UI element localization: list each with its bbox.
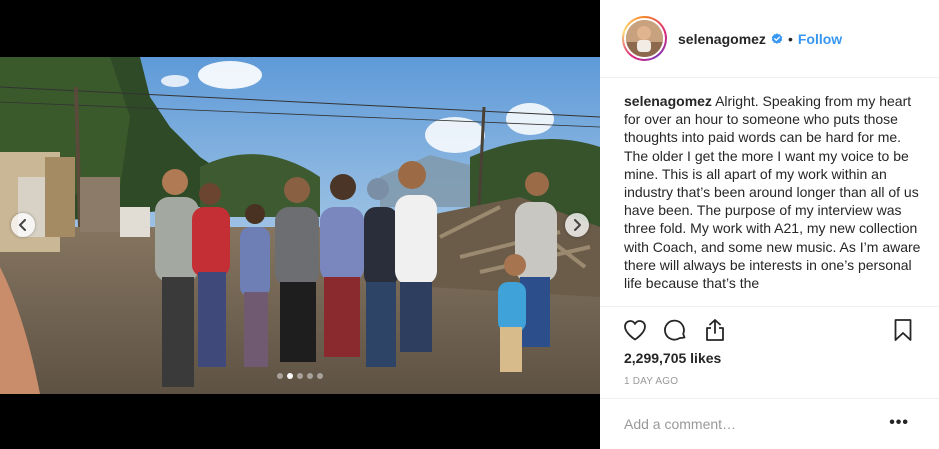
carousel-prev-button[interactable] bbox=[11, 213, 35, 237]
chevron-left-icon bbox=[19, 219, 26, 231]
header-separator: • bbox=[787, 30, 793, 47]
follow-button[interactable]: Follow bbox=[798, 31, 842, 47]
caption-username[interactable]: selenagomez bbox=[624, 93, 712, 109]
photo-scene bbox=[0, 57, 600, 394]
bookmark-icon[interactable] bbox=[890, 317, 916, 343]
carousel-dot bbox=[277, 373, 283, 379]
author-username[interactable]: selenagomez bbox=[678, 31, 766, 47]
heart-icon[interactable] bbox=[622, 317, 648, 343]
action-bar bbox=[600, 306, 939, 354]
post-timestamp[interactable]: 1 DAY AGO bbox=[624, 376, 678, 387]
share-icon[interactable] bbox=[702, 317, 728, 343]
carousel-dot bbox=[287, 373, 293, 379]
caption-text: Alright. Speaking from my heart for over… bbox=[624, 93, 921, 292]
post-caption: selenagomez Alright. Speaking from my he… bbox=[624, 92, 924, 306]
more-options-button[interactable]: ••• bbox=[889, 414, 909, 432]
carousel-indicator bbox=[0, 373, 600, 379]
comment-bar: Add a comment… ••• bbox=[600, 398, 939, 449]
comment-input[interactable]: Add a comment… bbox=[624, 416, 736, 432]
avatar-image bbox=[626, 20, 663, 57]
post-photo[interactable] bbox=[0, 57, 600, 394]
carousel-dot bbox=[317, 373, 323, 379]
post-side-panel: selenagomez • Follow selenagomez Alright… bbox=[600, 0, 939, 449]
avatar[interactable] bbox=[626, 20, 663, 57]
carousel-dot bbox=[307, 373, 313, 379]
carousel-dot bbox=[297, 373, 303, 379]
avatar-frame bbox=[624, 18, 665, 59]
like-count[interactable]: 2,299,705 likes bbox=[624, 350, 721, 366]
post-header: selenagomez • Follow bbox=[600, 0, 939, 78]
story-ring[interactable] bbox=[622, 16, 667, 61]
comment-bubble-icon[interactable] bbox=[662, 317, 688, 343]
carousel-next-button[interactable] bbox=[565, 213, 589, 237]
verified-badge-icon bbox=[771, 32, 783, 44]
chevron-right-icon bbox=[574, 219, 581, 231]
post-media bbox=[0, 0, 600, 449]
